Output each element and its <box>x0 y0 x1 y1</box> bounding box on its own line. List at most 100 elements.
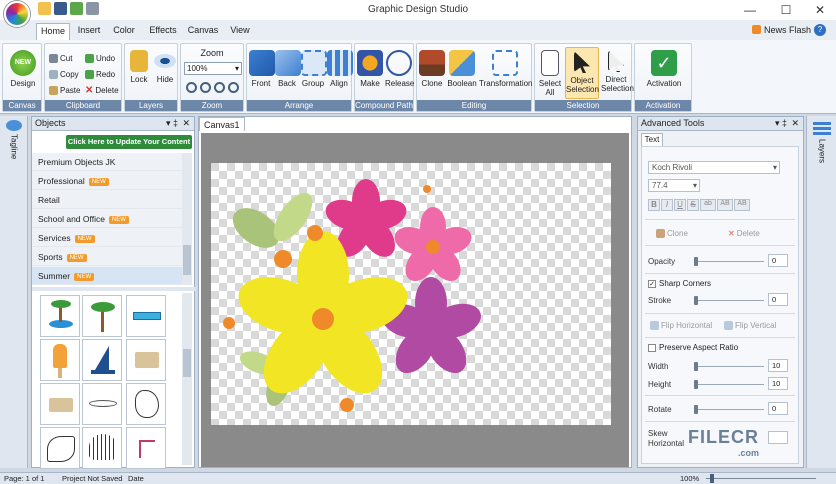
delete-button[interactable]: ✕ Delete <box>85 84 119 97</box>
minimize-button[interactable]: — <box>736 0 764 20</box>
opacity-input[interactable]: 0 <box>768 254 788 267</box>
tagline-tab[interactable]: Tagline <box>3 120 25 170</box>
cut-button[interactable]: Cut <box>49 52 72 65</box>
redo-button[interactable]: Redo <box>85 68 115 81</box>
hide-button[interactable]: Hide <box>153 50 177 84</box>
category-item[interactable]: Retail <box>32 191 182 209</box>
shark-thumb[interactable] <box>82 383 122 425</box>
scrollbar-thumb[interactable] <box>183 349 191 377</box>
font-select[interactable]: Koch Rivoli ▾ <box>648 161 780 174</box>
orange-dot[interactable] <box>340 398 354 412</box>
sharp-corners-checkbox[interactable]: ✓ Sharp Corners <box>648 279 711 288</box>
scrollbar-thumb[interactable] <box>183 245 191 275</box>
subscript-button[interactable]: ab <box>700 199 716 211</box>
zoom-fit-icon[interactable] <box>214 82 225 93</box>
smallcaps-button[interactable]: AB <box>734 199 750 211</box>
layers-tab[interactable]: Layers <box>810 122 834 172</box>
news-flash-button[interactable]: News Flash ▾ <box>752 24 819 35</box>
direct-selection-button[interactable]: Direct Selection <box>601 50 634 93</box>
pin-icon[interactable]: ▾ ‡ <box>166 117 178 130</box>
slider-knob[interactable] <box>694 380 698 389</box>
slider-knob[interactable] <box>710 474 714 483</box>
slider-knob[interactable] <box>694 257 698 266</box>
zoom-slider[interactable] <box>706 474 816 483</box>
category-item[interactable]: Services NEW <box>32 229 182 247</box>
popsicle-thumb[interactable] <box>40 339 80 381</box>
design-button[interactable]: NEW Design <box>7 50 39 88</box>
align-button[interactable]: Align <box>327 50 353 88</box>
palm-tree-thumb[interactable] <box>82 295 122 337</box>
tab-home[interactable]: Home <box>36 23 70 40</box>
underline-button[interactable]: U <box>674 199 686 211</box>
tab-insert[interactable]: Insert <box>74 23 104 40</box>
slider-knob[interactable] <box>694 405 698 414</box>
thumbnail-scrollbar[interactable] <box>182 293 192 465</box>
close-icon[interactable]: ✕ <box>182 117 190 130</box>
category-item[interactable]: Premium Objects JK <box>32 153 182 171</box>
uppercase-button[interactable]: AB <box>717 199 733 211</box>
make-button[interactable]: Make <box>357 50 383 88</box>
front-button[interactable]: Front <box>249 50 275 88</box>
clone-button[interactable]: Clone <box>419 50 445 88</box>
scallop-thumb[interactable] <box>82 427 122 469</box>
transformation-button[interactable]: Transformation <box>479 50 533 88</box>
select-all-button[interactable]: Select All <box>537 50 563 97</box>
objects-divider[interactable] <box>32 287 196 291</box>
release-button[interactable]: Release <box>385 50 414 88</box>
sailboat-thumb[interactable] <box>82 339 122 381</box>
tab-text[interactable]: Text <box>641 133 663 146</box>
tab-canvas[interactable]: Canvas <box>186 23 220 40</box>
close-button[interactable]: ✕ <box>806 0 834 20</box>
orange-dot[interactable] <box>274 250 292 268</box>
activation-button[interactable]: ✓ Activation <box>639 50 689 88</box>
width-input[interactable]: 10 <box>768 359 788 372</box>
pin-icon[interactable]: ▾ ‡ <box>775 117 787 130</box>
object-selection-button[interactable]: Object Selection <box>565 47 599 99</box>
flip-vertical-button[interactable]: Flip Vertical <box>724 319 776 332</box>
bold-button[interactable]: B <box>648 199 660 211</box>
zoom-in-icon[interactable] <box>186 82 197 93</box>
sandcastle-thumb[interactable] <box>126 339 166 381</box>
orange-dot[interactable] <box>423 185 431 193</box>
clone-text-button[interactable]: Clone <box>656 227 688 240</box>
category-item[interactable]: Professional NEW <box>32 172 182 190</box>
tab-color[interactable]: Color <box>110 23 138 40</box>
category-item-selected[interactable]: Summer NEW <box>32 267 182 285</box>
copy-button[interactable]: Copy <box>49 68 79 81</box>
preserve-aspect-checkbox[interactable]: Preserve Aspect Ratio <box>648 343 738 352</box>
back-button[interactable]: Back <box>275 50 301 88</box>
skew-horizontal-input[interactable] <box>768 431 788 444</box>
undo-button[interactable]: Undo <box>85 52 115 65</box>
delete-text-button[interactable]: ✕ Delete <box>728 227 760 240</box>
strikethrough-button[interactable]: S <box>687 199 699 211</box>
tab-view[interactable]: View <box>226 23 254 40</box>
stroke-input[interactable]: 0 <box>768 293 788 306</box>
rotate-slider[interactable] <box>694 405 764 414</box>
rotate-input[interactable]: 0 <box>768 402 788 415</box>
sandcastle-small-thumb[interactable] <box>40 383 80 425</box>
slider-knob[interactable] <box>694 296 698 305</box>
palm-island-thumb[interactable] <box>40 295 80 337</box>
update-content-button[interactable]: Click Here to Update Your Content <box>66 135 192 149</box>
font-size-select[interactable]: 77.4 ▾ <box>648 179 700 192</box>
design-canvas[interactable] <box>211 163 611 425</box>
conch-thumb[interactable] <box>40 427 80 469</box>
lock-button[interactable]: Lock <box>127 50 151 84</box>
maximize-button[interactable]: ☐ <box>772 0 800 20</box>
zoom-out-icon[interactable] <box>200 82 211 93</box>
height-input[interactable]: 10 <box>768 377 788 390</box>
crab-thumb[interactable] <box>126 427 166 469</box>
italic-button[interactable]: I <box>661 199 673 211</box>
help-icon[interactable]: ? <box>814 24 826 36</box>
orange-dot[interactable] <box>223 317 235 329</box>
category-item[interactable]: School and Office NEW <box>32 210 182 228</box>
close-icon[interactable]: ✕ <box>791 117 799 130</box>
width-slider[interactable] <box>694 362 764 371</box>
category-scrollbar[interactable] <box>182 153 192 285</box>
flip-horizontal-button[interactable]: Flip Horizontal <box>650 319 712 332</box>
stroke-slider[interactable] <box>694 296 764 305</box>
zoom-actual-icon[interactable] <box>228 82 239 93</box>
tab-effects[interactable]: Effects <box>146 23 180 40</box>
paste-button[interactable]: Paste <box>49 84 80 97</box>
zoom-select[interactable]: 100% ▾ <box>184 62 242 75</box>
